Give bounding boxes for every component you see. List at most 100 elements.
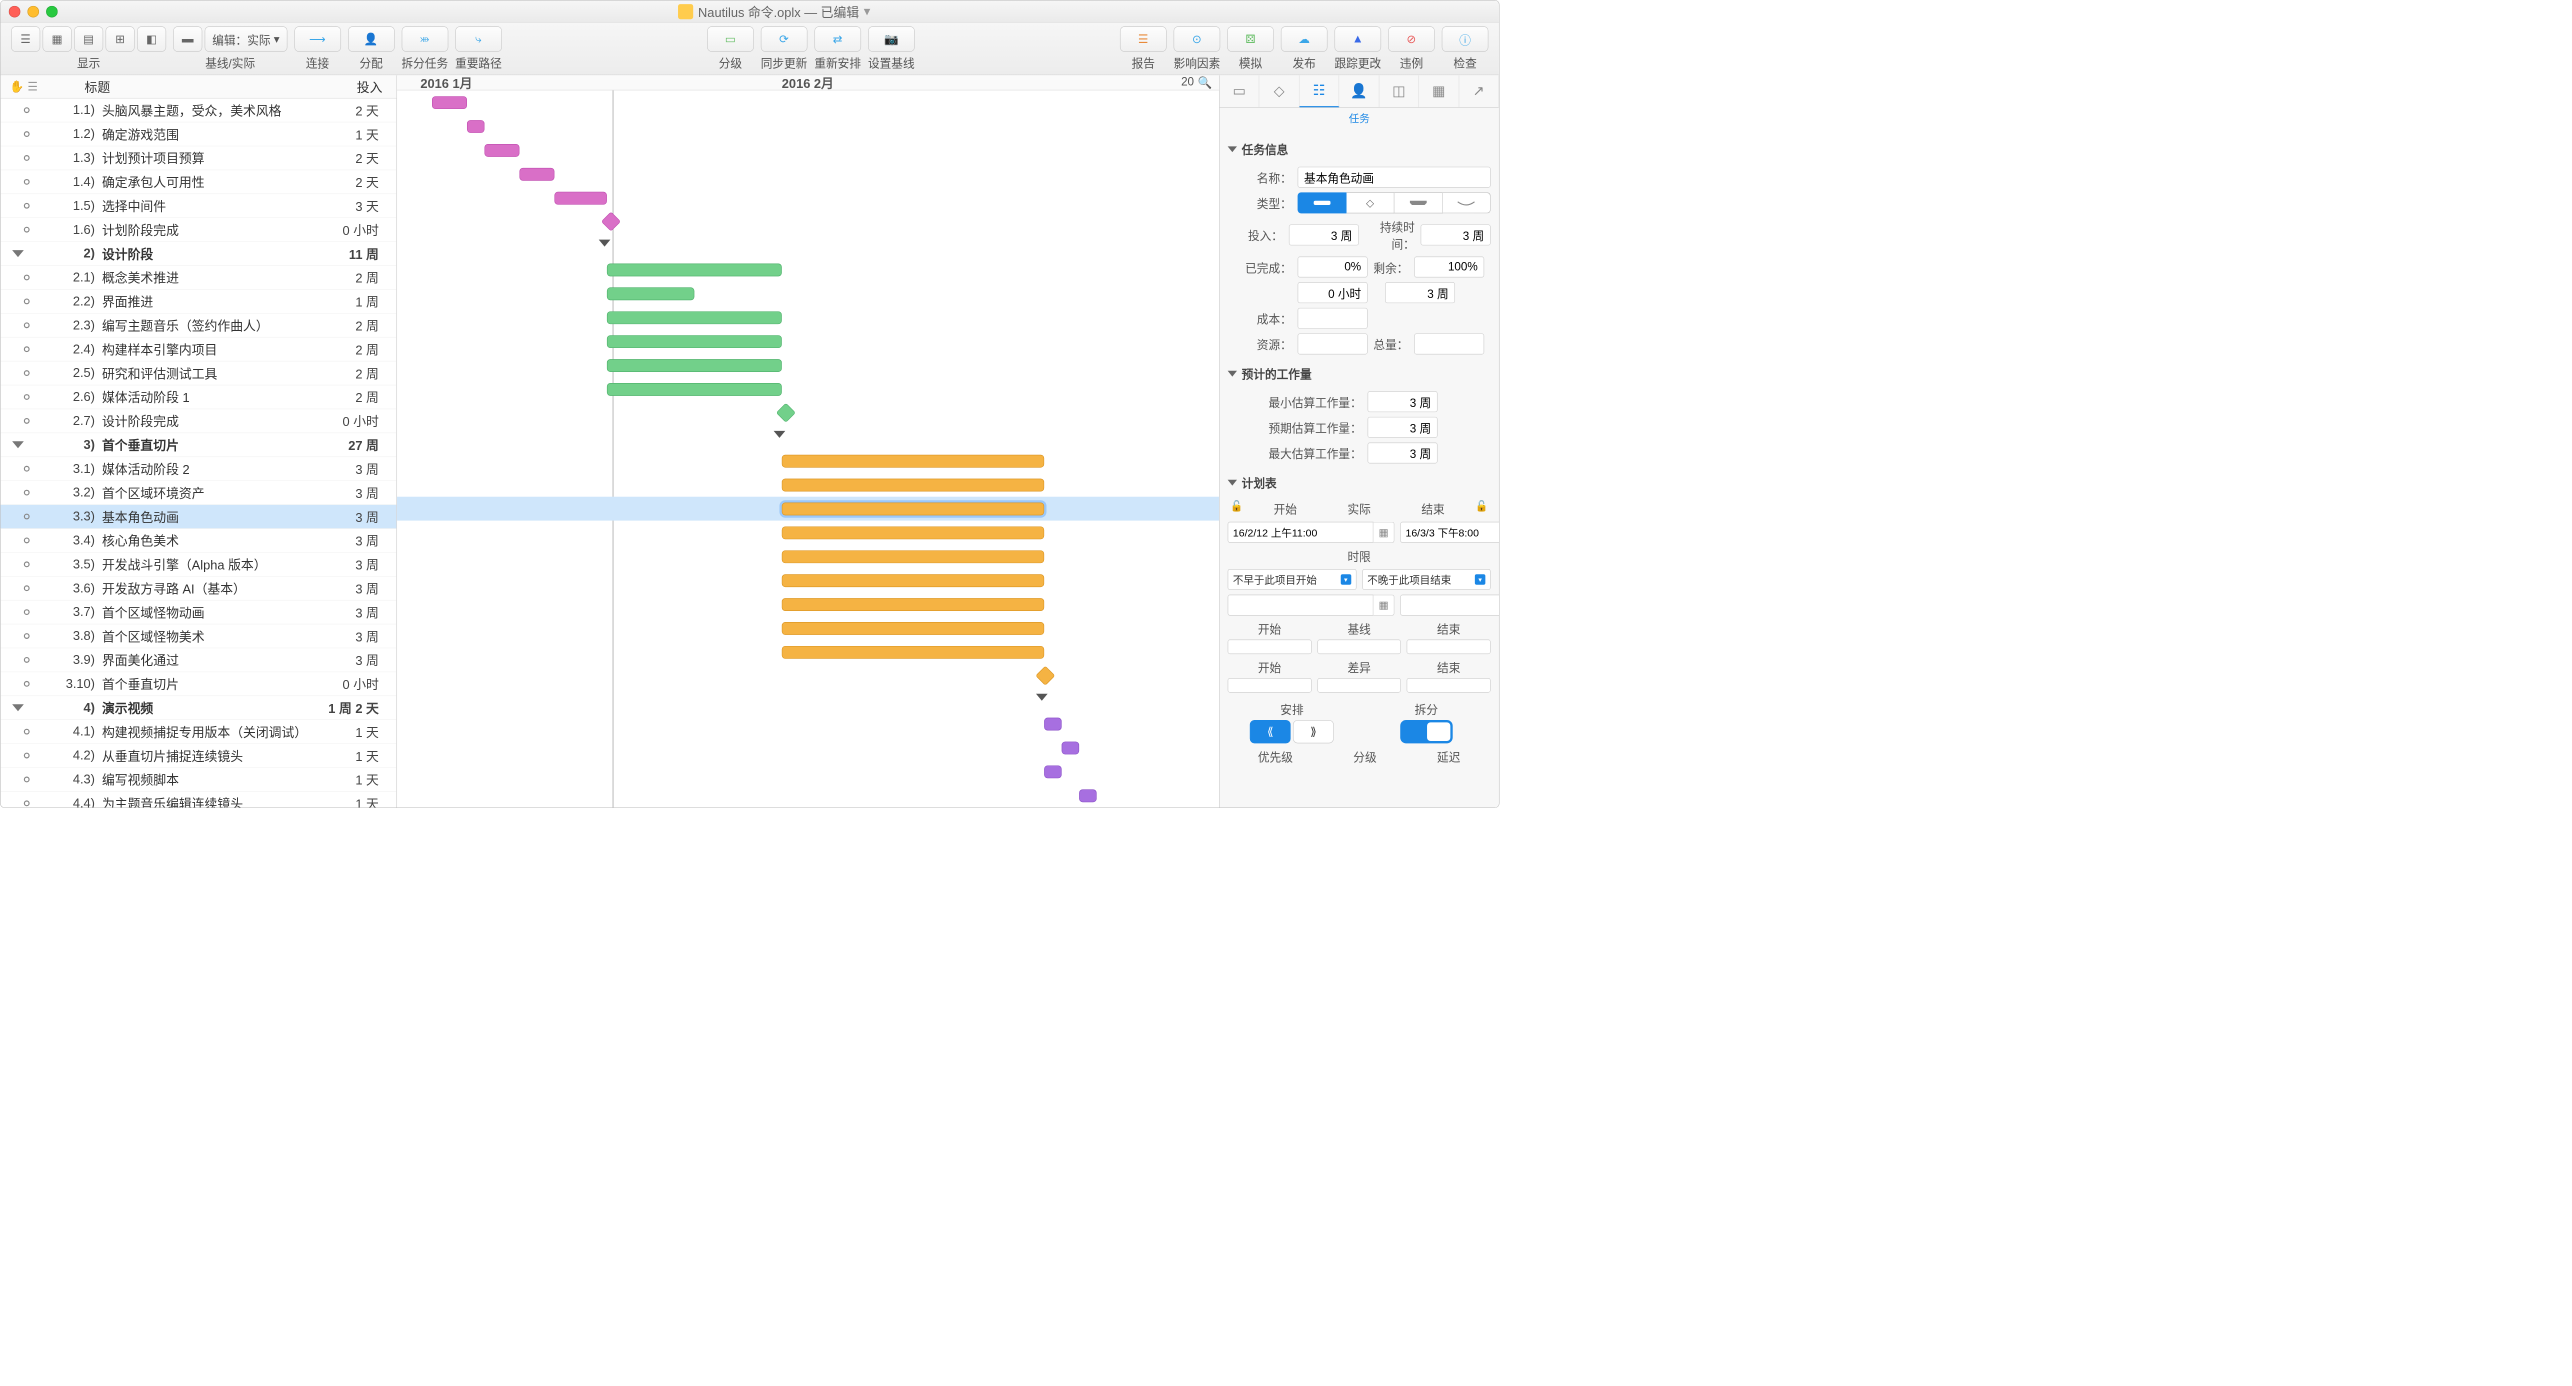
start-limit-date[interactable]: ▦ — [1228, 595, 1395, 616]
task-row[interactable]: 1.1) 头脑风暴主题，受众，美术风格 2 天 — [1, 99, 397, 123]
window-minimize[interactable] — [27, 6, 39, 18]
cost-input[interactable] — [1298, 308, 1368, 329]
end-date-field[interactable]: ▦ — [1400, 522, 1499, 543]
task-row[interactable]: 3.8) 首个区域怪物美术 3 周 — [1, 624, 397, 648]
completed-hours-input[interactable] — [1298, 282, 1368, 303]
critical-path-btn[interactable]: ⤷ — [455, 26, 502, 52]
exp-est-input[interactable] — [1368, 417, 1438, 438]
end-limit-date[interactable]: ▦ — [1400, 595, 1499, 616]
gantt-milestone[interactable] — [776, 403, 796, 423]
column-effort[interactable]: 投入 — [326, 77, 396, 96]
gantt-bar[interactable] — [782, 526, 1044, 539]
inspector-tab-7[interactable]: ↗ — [1459, 75, 1499, 107]
gantt-bar[interactable] — [607, 287, 694, 300]
gantt-milestone[interactable] — [601, 212, 621, 232]
duration-input[interactable] — [1421, 224, 1491, 245]
max-est-input[interactable] — [1368, 442, 1438, 463]
gantt-row[interactable] — [397, 497, 1219, 521]
task-row[interactable]: 4) 演示视频 1 周 2 天 — [1, 696, 397, 720]
gantt-milestone[interactable] — [1035, 666, 1055, 686]
variance-end-input[interactable] — [1407, 678, 1491, 693]
gantt-bar[interactable] — [782, 646, 1044, 659]
gantt-row[interactable] — [397, 234, 1219, 258]
assign-btn[interactable]: 👤 — [348, 26, 395, 52]
section-estimates[interactable]: 预计的工作量 — [1242, 365, 1312, 382]
reschedule-btn[interactable]: ⇄ — [814, 26, 861, 52]
gantt-row[interactable] — [397, 736, 1219, 760]
split-toggle[interactable] — [1400, 720, 1452, 743]
start-constraint-select[interactable]: 不早于此项目开始▾ — [1228, 569, 1357, 590]
task-row[interactable]: 3.1) 媒体活动阶段 2 3 周 — [1, 457, 397, 481]
gantt-bar[interactable] — [1044, 718, 1061, 731]
baseline-start-input[interactable] — [1228, 640, 1312, 655]
gantt-row[interactable] — [397, 162, 1219, 186]
baseline-edit-select[interactable]: 编辑：实际 ▾ — [205, 26, 288, 52]
task-row[interactable]: 3.6) 开发敌方寻路 AI（基本） 3 周 — [1, 577, 397, 601]
task-row[interactable]: 3.5) 开发战斗引擎（Alpha 版本） 3 周 — [1, 553, 397, 577]
calendar-icon[interactable]: ▦ — [1374, 522, 1395, 543]
resource-input[interactable] — [1298, 333, 1368, 354]
view-resource-btn[interactable]: ▦ — [43, 26, 72, 52]
variance-mid-input[interactable] — [1317, 678, 1401, 693]
inspector-tab-4[interactable]: 👤 — [1339, 75, 1379, 107]
task-row[interactable]: 1.2) 确定游戏范围 1 天 — [1, 122, 397, 146]
task-row[interactable]: 2.1) 概念美术推进 2 周 — [1, 266, 397, 290]
factors-btn[interactable]: ⊙ — [1174, 26, 1221, 52]
task-row[interactable]: 1.6) 计划阶段完成 0 小时 — [1, 218, 397, 242]
remaining-input[interactable] — [1414, 257, 1484, 278]
gantt-row[interactable] — [397, 425, 1219, 449]
gantt-bar[interactable] — [467, 120, 484, 133]
gantt-row[interactable] — [397, 282, 1219, 306]
gantt-row[interactable] — [397, 90, 1219, 114]
gantt-bar[interactable] — [554, 192, 606, 205]
gantt-bar[interactable] — [607, 383, 782, 396]
variance-start-input[interactable] — [1228, 678, 1312, 693]
column-title[interactable]: 标题 — [47, 77, 326, 96]
gantt-bar[interactable] — [607, 311, 782, 324]
task-type-segmented[interactable]: ◇ — [1298, 192, 1491, 213]
schedule-asap-btn[interactable]: ⟪ — [1250, 720, 1291, 743]
gantt-row[interactable] — [397, 210, 1219, 234]
task-row[interactable]: 3.7) 首个区域怪物动画 3 周 — [1, 600, 397, 624]
type-task[interactable] — [1298, 192, 1347, 213]
gantt-row[interactable] — [397, 545, 1219, 569]
track-btn[interactable]: ▲ — [1334, 26, 1381, 52]
sync-btn[interactable]: ⟳ — [761, 26, 808, 52]
gantt-row[interactable] — [397, 138, 1219, 162]
baseline-end-input[interactable] — [1407, 640, 1491, 655]
gantt-row[interactable] — [397, 688, 1219, 712]
gantt-row[interactable] — [397, 186, 1219, 210]
gantt-row[interactable] — [397, 784, 1219, 808]
window-zoom[interactable] — [46, 6, 58, 18]
task-row[interactable]: 2) 设计阶段 11 周 — [1, 242, 397, 266]
gantt-row[interactable] — [397, 353, 1219, 377]
gantt-row[interactable] — [397, 664, 1219, 688]
task-row[interactable]: 1.4) 确定承包人可用性 2 天 — [1, 170, 397, 194]
gantt-row[interactable] — [397, 305, 1219, 329]
task-row[interactable]: 2.7) 设计阶段完成 0 小时 — [1, 409, 397, 433]
completed-input[interactable] — [1298, 257, 1368, 278]
gantt-row[interactable] — [397, 616, 1219, 640]
gantt-row[interactable] — [397, 258, 1219, 282]
baseline-mid-input[interactable] — [1317, 640, 1401, 655]
gantt-bar[interactable] — [607, 359, 782, 372]
task-row[interactable]: 4.1) 构建视频捕捉专用版本（关闭调试） 1 天 — [1, 720, 397, 744]
task-row[interactable]: 3.9) 界面美化通过 3 周 — [1, 648, 397, 672]
set-baseline-btn[interactable]: 📷 — [868, 26, 915, 52]
gantt-bar[interactable] — [782, 550, 1044, 563]
gantt-bar[interactable] — [782, 479, 1044, 492]
gantt-bar[interactable] — [1079, 789, 1096, 802]
inspector-tab-task[interactable]: ☷ — [1299, 75, 1339, 107]
gantt-row[interactable] — [397, 377, 1219, 401]
gantt-bar[interactable] — [607, 264, 782, 277]
type-group[interactable] — [1395, 192, 1443, 213]
task-row[interactable]: 3.2) 首个区域环境资产 3 周 — [1, 481, 397, 505]
start-date-field[interactable]: ▦ — [1228, 522, 1395, 543]
inspector-tab-5[interactable]: ◫ — [1379, 75, 1419, 107]
split-task-btn[interactable]: ⤕ — [401, 26, 448, 52]
gantt-row[interactable] — [397, 473, 1219, 497]
lock-start-icon[interactable]: 🔓 — [1228, 500, 1246, 517]
gantt-row[interactable] — [397, 640, 1219, 664]
reports-btn[interactable]: ☰ — [1120, 26, 1167, 52]
type-hammock[interactable] — [1443, 192, 1491, 213]
